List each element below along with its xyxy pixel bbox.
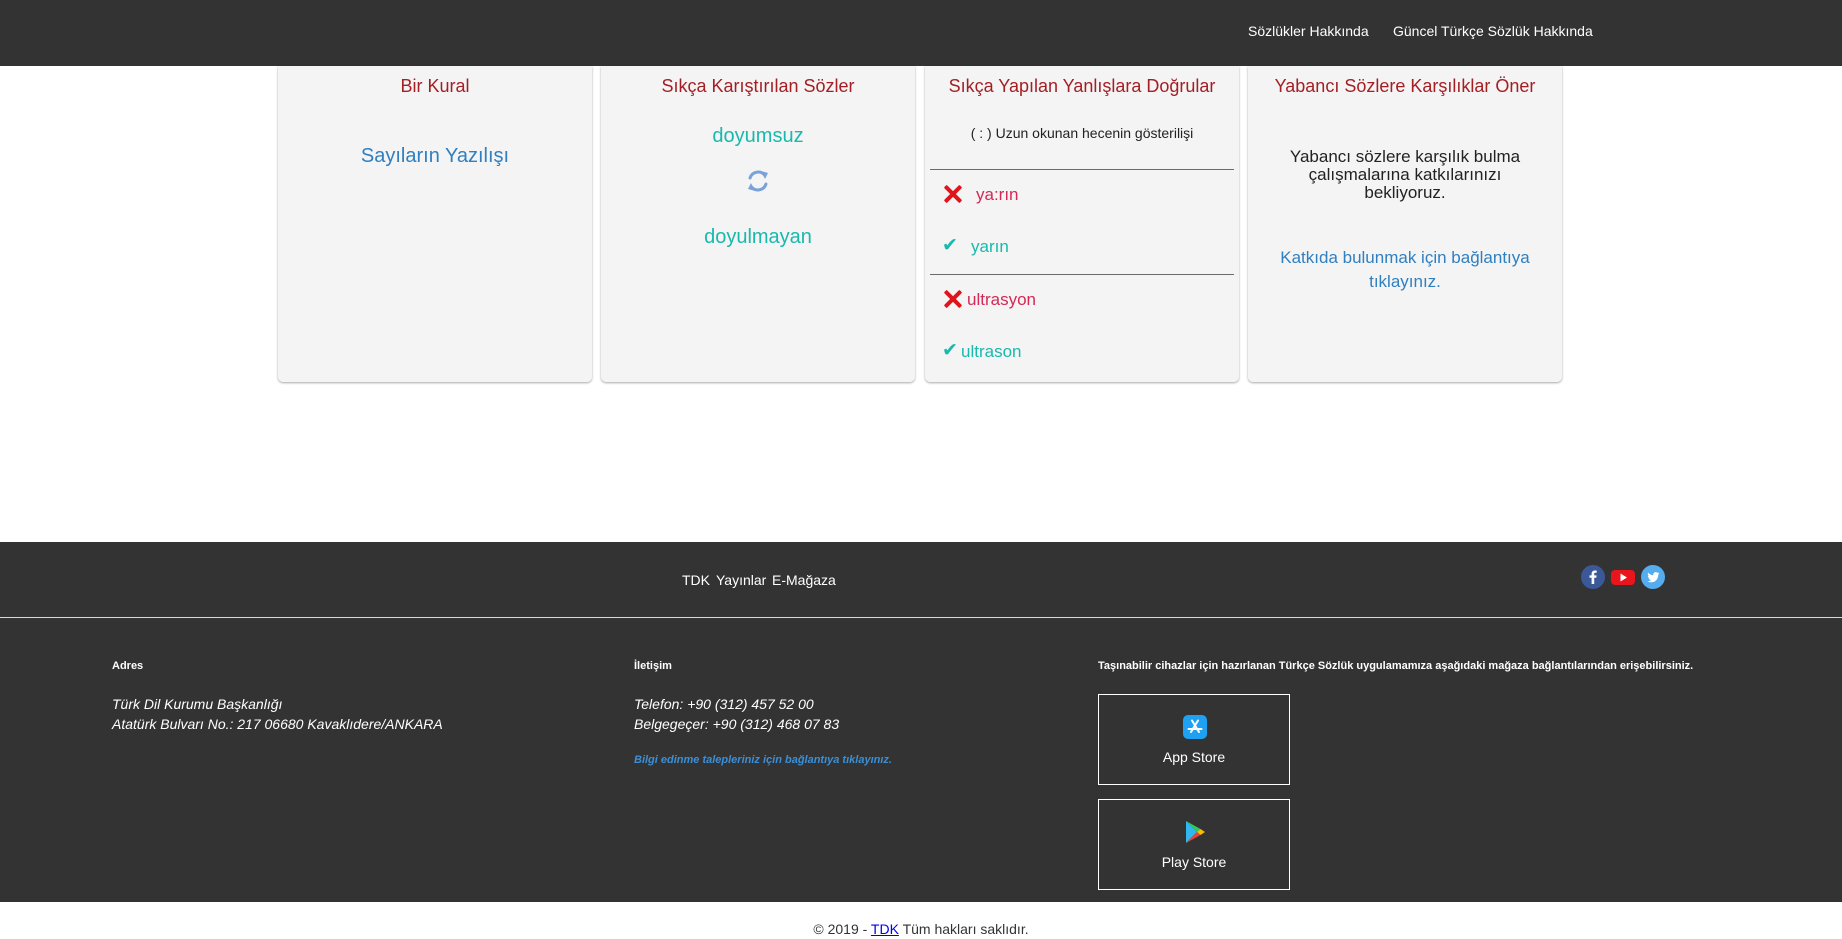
check-icon: ✔ (942, 340, 958, 361)
nav-about-dictionaries[interactable]: Sözlükler Hakkında (1248, 23, 1369, 39)
wrong-word[interactable]: ultrasyon (967, 290, 1036, 310)
card-confused-title: Sıkça Karıştırılan Sözler (661, 76, 855, 96)
copyright-tdk-link[interactable]: TDK (871, 921, 899, 937)
wrong-mark-icon (942, 183, 964, 210)
apps-heading: Taşınabilir cihazlar için hazırlanan Tür… (1098, 660, 1694, 672)
check-icon: ✔ (942, 235, 958, 256)
rule-link[interactable]: Sayıların Yazılışı (278, 145, 592, 168)
info-request-link[interactable]: Bilgi edinme talepleriniz için bağlantıy… (634, 754, 892, 766)
confused-word-2[interactable]: doyulmayan (601, 226, 915, 249)
app-store-icon (1183, 715, 1207, 739)
footer-link-e-store[interactable]: E-Mağaza (772, 572, 836, 588)
divider (930, 169, 1234, 170)
play-store-icon (1183, 820, 1207, 844)
long-syllable-note: ( : ) Uzun okunan hecenin gösterilişi (970, 125, 1194, 141)
twitter-icon[interactable] (1641, 565, 1665, 589)
nav-about-current-dictionary[interactable]: Güncel Türkçe Sözlük Hakkında (1393, 23, 1593, 39)
card-mistakes-title: Sıkça Yapılan Yanlışlara Doğrular (948, 76, 1216, 96)
contact-heading: İletişim (634, 660, 672, 672)
contribute-link[interactable]: Katkıda bulunmak için bağlantıya tıklayı… (1276, 246, 1534, 294)
footer-link-publications[interactable]: Yayınlar (716, 572, 766, 588)
phone: Telefon: +90 (312) 457 52 00 (634, 696, 814, 712)
play-store-label: Play Store (1161, 854, 1227, 870)
app-store-button[interactable]: App Store (1098, 694, 1290, 785)
card-rule-title: Bir Kural (400, 76, 470, 96)
footer-link-tdk[interactable]: TDK (682, 572, 710, 588)
play-store-button[interactable]: Play Store (1098, 799, 1290, 890)
divider (930, 274, 1234, 275)
card-foreign-words: Yabancı Sözlere Karşılıklar Öner Yabancı… (1248, 66, 1562, 382)
top-navbar: Sözlükler Hakkında Güncel Türkçe Sözlük … (0, 0, 1842, 66)
copyright: © 2019 - TDK Tüm hakları saklıdır. (0, 921, 1842, 937)
address-heading: Adres (112, 660, 144, 672)
facebook-icon[interactable] (1581, 565, 1605, 589)
copyright-prefix: © 2019 - (813, 921, 868, 937)
correct-word[interactable]: yarın (971, 237, 1009, 257)
address-line-2: Atatürk Bulvarı No.: 217 06680 Kavaklıde… (112, 716, 443, 732)
youtube-icon[interactable] (1610, 565, 1636, 589)
fax: Belgegeçer: +90 (312) 468 07 83 (634, 716, 840, 732)
refresh-icon[interactable] (745, 168, 771, 194)
card-confused-words: Sıkça Karıştırılan Sözler doyumsuz doyul… (601, 66, 915, 382)
card-common-mistakes: Sıkça Yapılan Yanlışlara Doğrular ( : ) … (925, 66, 1239, 382)
card-rule: Bir Kural Sayıların Yazılışı (278, 66, 592, 382)
address-line-1: Türk Dil Kurumu Başkanlığı (112, 696, 283, 712)
wrong-mark-icon (942, 288, 964, 315)
copyright-suffix: Tüm hakları saklıdır. (902, 921, 1029, 937)
correct-word[interactable]: ultrason (961, 342, 1021, 362)
card-foreign-title: Yabancı Sözlere Karşılıklar Öner (1274, 76, 1536, 96)
app-store-label: App Store (1162, 749, 1226, 765)
wrong-word[interactable]: ya:rın (976, 185, 1019, 205)
footer-divider (0, 617, 1842, 618)
foreign-words-text: Yabancı sözlere karşılık bulma çalışmala… (1289, 147, 1521, 202)
confused-word-1[interactable]: doyumsuz (601, 125, 915, 148)
